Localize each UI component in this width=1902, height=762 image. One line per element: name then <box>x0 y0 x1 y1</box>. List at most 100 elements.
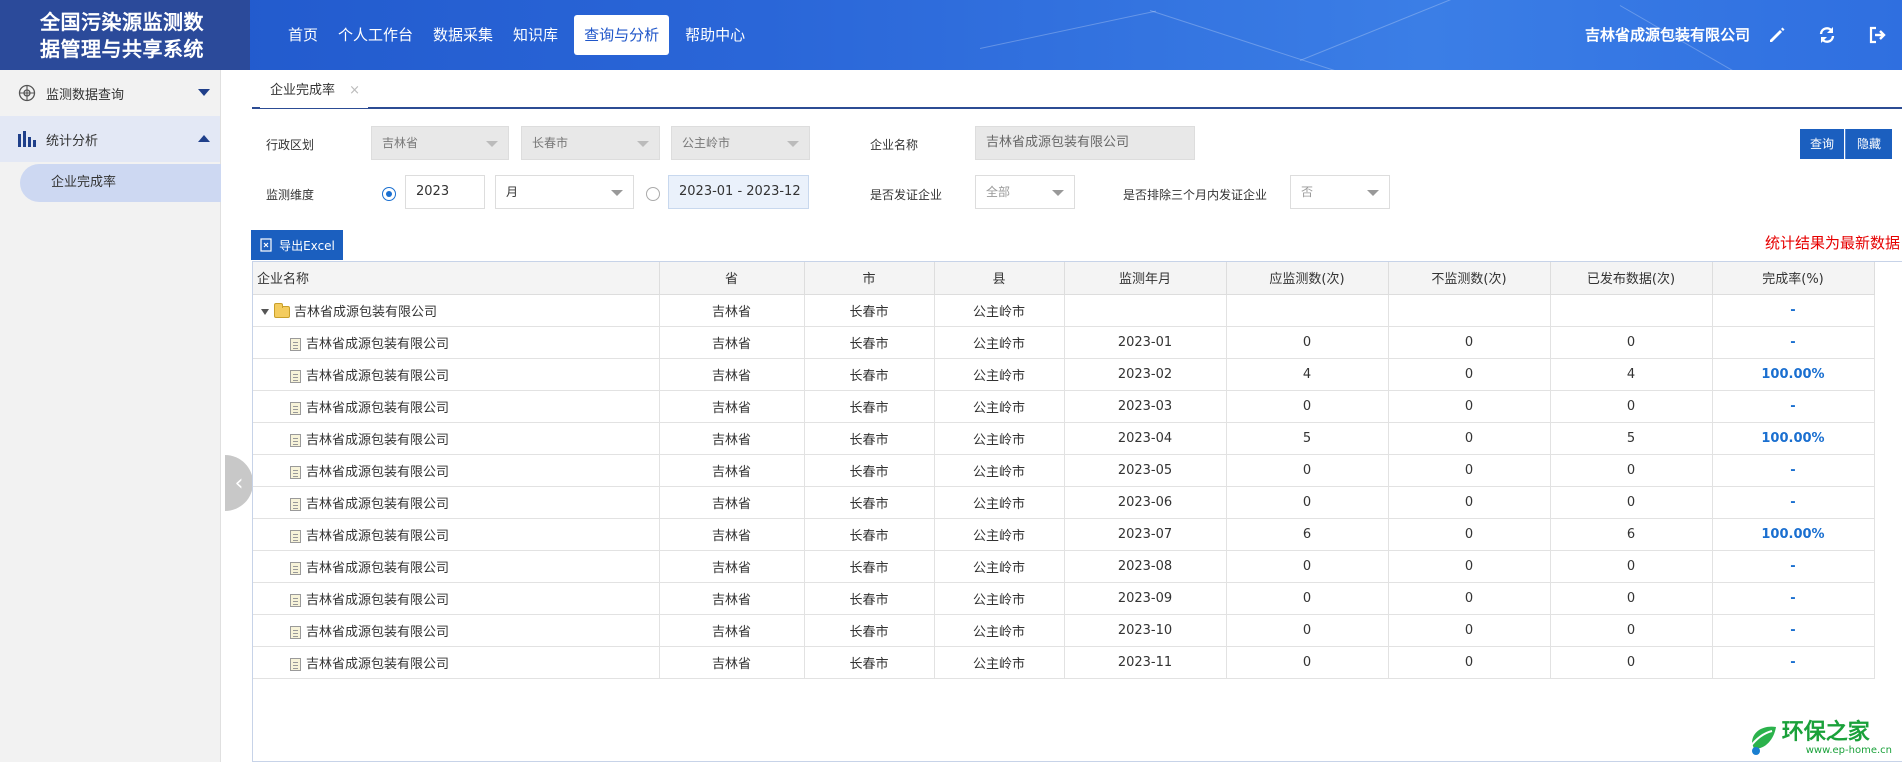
dimension-label: 监测维度 <box>266 188 315 202</box>
city-select[interactable]: 长春市 <box>521 126 660 160</box>
completion-table: 企业名称 省 市 县 监测年月 应监测数(次) 不监测数(次) 已发布数据(次)… <box>252 261 1902 762</box>
cell-not-monitored: 0 <box>1388 486 1551 519</box>
cell-published: 0 <box>1550 582 1713 615</box>
nav-workbench[interactable]: 个人工作台 <box>328 15 423 55</box>
tab-completion-rate[interactable]: 企业完成率 × <box>260 76 369 108</box>
cell-expected: 0 <box>1226 646 1389 679</box>
edit-icon[interactable] <box>1752 0 1802 70</box>
nav-data-collection[interactable]: 数据采集 <box>423 15 503 55</box>
cell-city: 长春市 <box>804 294 935 327</box>
cell-city: 长春市 <box>804 614 935 647</box>
cell-expected: 5 <box>1226 422 1389 455</box>
cell-city: 长春市 <box>804 390 935 423</box>
table-row[interactable]: 吉林省成源包装有限公司 吉林省 长春市 公主岭市 2023-06 0 0 0- <box>253 486 1875 519</box>
table-row[interactable]: 吉林省成源包装有限公司 吉林省 长春市 公主岭市 2023-08 0 0 0- <box>253 550 1875 583</box>
table-row[interactable]: 吉林省成源包装有限公司 吉林省 长春市 公主岭市 2023-07 6 0 6 100.00% <box>253 518 1875 551</box>
column-header[interactable]: 企业名称 <box>253 262 660 295</box>
cell-county: 公主岭市 <box>934 550 1065 583</box>
table-row-parent[interactable]: 吉林省成源包装有限公司 吉林省 长春市 公主岭市 - <box>253 294 1875 327</box>
column-header[interactable]: 已发布数据(次) <box>1550 262 1713 295</box>
cell-county: 公主岭市 <box>934 582 1065 615</box>
latest-data-notice: 统计结果为最新数据 <box>1764 234 1900 252</box>
cell-not-monitored: 0 <box>1388 390 1551 423</box>
cell-not-monitored <box>1388 294 1551 327</box>
province-select[interactable]: 吉林省 <box>371 126 509 160</box>
query-button[interactable]: 查询 <box>1800 129 1844 159</box>
cell-city: 长春市 <box>804 582 935 615</box>
tree-collapse-icon[interactable] <box>261 309 269 315</box>
cell-county: 公主岭市 <box>934 646 1065 679</box>
table-row[interactable]: 吉林省成源包装有限公司 吉林省 长春市 公主岭市 2023-02 4 0 4 100.00% <box>253 358 1875 391</box>
nav-knowledge-base[interactable]: 知识库 <box>503 15 568 55</box>
sidebar-collapse-handle[interactable]: ‹ <box>225 455 253 511</box>
file-icon <box>290 369 301 383</box>
cell-published: 0 <box>1550 550 1713 583</box>
hide-button[interactable]: 隐藏 <box>1845 129 1892 159</box>
year-input[interactable]: 2023 <box>405 175 485 209</box>
cell-month: 2023-01 <box>1064 326 1227 359</box>
table-row[interactable]: 吉林省成源包装有限公司 吉林省 长春市 公主岭市 2023-01 0 0 0- <box>253 326 1875 359</box>
cell-expected <box>1226 294 1389 327</box>
cell-expected: 0 <box>1226 614 1389 647</box>
sidebar-item-monitor-query[interactable]: 监测数据查询 <box>0 70 220 116</box>
cell-city: 长春市 <box>804 646 935 679</box>
close-icon[interactable]: × <box>349 83 360 98</box>
export-excel-button[interactable]: 导出Excel <box>251 230 343 260</box>
cell-not-monitored: 0 <box>1388 358 1551 391</box>
period-unit-select[interactable]: 月 <box>495 175 634 209</box>
cell-published: 6 <box>1550 518 1713 551</box>
file-icon <box>290 337 301 351</box>
nav-home[interactable]: 首页 <box>278 15 328 55</box>
sidebar-item-statistics[interactable]: 统计分析 <box>0 116 220 162</box>
cell-expected: 0 <box>1226 326 1389 359</box>
company-field[interactable]: 吉林省成源包装有限公司 <box>975 126 1195 160</box>
certified-select[interactable]: 全部 <box>975 175 1075 209</box>
cell-county: 公主岭市 <box>934 326 1065 359</box>
table-row[interactable]: 吉林省成源包装有限公司 吉林省 长春市 公主岭市 2023-04 5 0 5 100.00% <box>253 422 1875 455</box>
table-row[interactable]: 吉林省成源包装有限公司 吉林省 长春市 公主岭市 2023-10 0 0 0- <box>253 614 1875 647</box>
cell-city: 长春市 <box>804 326 935 359</box>
file-icon <box>290 529 301 543</box>
cell-county: 公主岭市 <box>934 454 1065 487</box>
certified-value: 全部 <box>986 185 1011 199</box>
table-row[interactable]: 吉林省成源包装有限公司 吉林省 长春市 公主岭市 2023-11 0 0 0- <box>253 646 1875 679</box>
app-title-line2: 据管理与共享系统 <box>40 37 204 61</box>
app-logo-title: 全国污染源监测数 据管理与共享系统 <box>0 0 250 70</box>
chevron-down-icon <box>637 141 649 147</box>
sidebar-subitem-completion-rate[interactable]: 企业完成率 <box>20 164 221 202</box>
column-header[interactable]: 县 <box>934 262 1065 295</box>
table-row[interactable]: 吉林省成源包装有限公司 吉林省 长春市 公主岭市 2023-09 0 0 0- <box>253 582 1875 615</box>
cell-not-monitored: 0 <box>1388 582 1551 615</box>
cell-published: 0 <box>1550 646 1713 679</box>
refresh-icon[interactable] <box>1802 0 1852 70</box>
nav-query-analysis[interactable]: 查询与分析 <box>574 15 670 55</box>
leaf-logo-icon <box>1748 726 1776 755</box>
column-header[interactable]: 完成率(%) <box>1712 262 1875 295</box>
nav-help-center[interactable]: 帮助中心 <box>675 15 755 55</box>
year-month-radio[interactable] <box>382 187 396 201</box>
table-row[interactable]: 吉林省成源包装有限公司 吉林省 长春市 公主岭市 2023-05 0 0 0- <box>253 454 1875 487</box>
cell-rate: - <box>1712 326 1875 359</box>
column-header[interactable]: 监测年月 <box>1064 262 1227 295</box>
table-row[interactable]: 吉林省成源包装有限公司 吉林省 长春市 公主岭市 2023-03 0 0 0- <box>253 390 1875 423</box>
column-header[interactable]: 市 <box>804 262 935 295</box>
cell-county: 公主岭市 <box>934 390 1065 423</box>
logout-icon[interactable] <box>1852 0 1902 70</box>
cell-county: 公主岭市 <box>934 518 1065 551</box>
cell-county: 公主岭市 <box>934 358 1065 391</box>
cell-county: 公主岭市 <box>934 294 1065 327</box>
cell-rate: - <box>1712 646 1875 679</box>
region-label: 行政区划 <box>266 138 315 152</box>
company-name: 吉林省成源包装有限公司 <box>306 528 450 544</box>
exclude-select[interactable]: 否 <box>1290 175 1390 209</box>
column-header[interactable]: 省 <box>659 262 805 295</box>
file-icon <box>290 561 301 575</box>
company-name: 吉林省成源包装有限公司 <box>306 592 450 608</box>
column-header[interactable]: 不监测数(次) <box>1388 262 1551 295</box>
column-header[interactable]: 应监测数(次) <box>1226 262 1389 295</box>
cell-rate: 100.00% <box>1712 518 1875 551</box>
province-value: 吉林省 <box>382 136 419 150</box>
county-select[interactable]: 公主岭市 <box>671 126 810 160</box>
date-range-input[interactable]: 2023-01 - 2023-12 <box>668 175 809 209</box>
date-range-radio[interactable] <box>646 187 660 201</box>
